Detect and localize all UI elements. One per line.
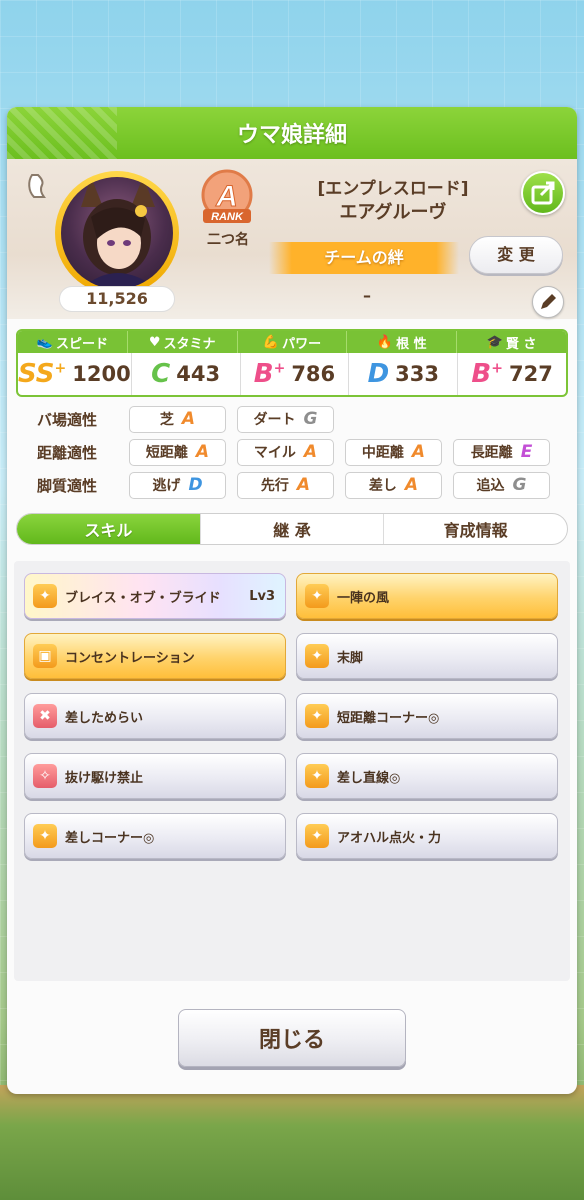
skill-card[interactable]: ✦ 差し直線◎: [296, 753, 558, 799]
stat-header-guts: 🔥 根 性: [347, 331, 458, 353]
skill-card[interactable]: ✦ 末脚: [296, 633, 558, 679]
stat-value: 786: [291, 362, 336, 386]
skill-debuff-icon: ✖: [33, 704, 57, 728]
stat-value: 727: [508, 362, 553, 386]
skill-level: Lv3: [249, 588, 275, 604]
flame-icon: 🔥: [376, 334, 394, 350]
aptitude-sprint: 短距離 A: [129, 438, 226, 466]
rank-label: 二つ名: [207, 232, 249, 248]
mortarboard-icon: 🎓: [486, 334, 503, 350]
skill-speed-icon: ✦: [305, 704, 329, 728]
stat-header-stamina: ♥ スタミナ: [128, 331, 238, 353]
aptitude-front-runner: 逃げ D: [129, 471, 226, 499]
aptitude-medium: 中距離 A: [345, 438, 442, 466]
skill-speed-icon: ✦: [305, 764, 329, 788]
team-bond-value: –: [363, 286, 371, 305]
shoe-icon: 👟: [36, 334, 53, 350]
aptitude-label: バ場適性: [37, 410, 98, 429]
character-name: エアグルーヴ: [339, 202, 447, 223]
aptitude-late-surger: 差し A: [345, 471, 442, 499]
stat-guts: D 333: [349, 353, 459, 395]
skill-speed-icon: ✦: [33, 824, 57, 848]
fan-count: 11,526: [59, 286, 175, 312]
stat-grade: SS+: [18, 359, 67, 389]
dialog-title: ウマ娘詳細: [7, 107, 577, 159]
character-title: [エンプレスロード]: [317, 179, 469, 199]
aptitude-label: 距離適性: [37, 443, 98, 462]
skills-list: ✦ ブレイス・オブ・ブライド Lv3 ✦ 一陣の風 ▣ コンセントレーション ✦…: [14, 561, 570, 981]
stat-power: B+ 786: [241, 353, 350, 395]
stat-wisdom: B+ 727: [458, 353, 566, 395]
stat-grade: B+: [253, 359, 286, 389]
stat-speed: SS+ 1200: [18, 353, 132, 395]
edit-button[interactable]: [532, 286, 564, 318]
skill-speed-icon: ✦: [305, 644, 329, 668]
stat-header-speed: 👟 スピード: [18, 331, 128, 353]
detail-tabs: スキル 継 承 育成情報: [16, 513, 568, 545]
tab-skills[interactable]: スキル: [17, 514, 201, 544]
aptitude-row-distance: 距離適性 短距離 A マイル A 中距離 A 長距離 E: [37, 438, 561, 466]
heart-icon: ♥: [148, 334, 161, 350]
stat-grade: C: [151, 359, 171, 389]
pencil-icon: [541, 294, 556, 309]
skill-speed-icon: ✦: [305, 824, 329, 848]
stat-value: 333: [395, 362, 439, 386]
stat-grade: D: [367, 359, 390, 389]
share-button[interactable]: [521, 171, 565, 215]
aptitude-label: 脚質適性: [37, 476, 98, 495]
aptitude-long: 長距離 E: [453, 438, 550, 466]
skill-card[interactable]: ▣ コンセントレーション: [24, 633, 286, 679]
change-button[interactable]: 変 更: [469, 236, 563, 274]
skill-gate-icon: ▣: [33, 644, 57, 668]
stat-header-wisdom: 🎓 賢 さ: [486, 334, 537, 352]
aptitude-pace-chaser: 先行 A: [237, 471, 334, 499]
skill-card[interactable]: ✦ アオハル点火・力: [296, 813, 558, 859]
character-portrait-frame: [55, 171, 179, 295]
stat-stamina: C 443: [132, 353, 241, 395]
rank-letter: A: [215, 180, 238, 213]
stats-panel: 👟 スピード ♥ スタミナ 💪 パワー 🔥 根 性 🎓 賢 さ SS+ 1200 C 44…: [16, 329, 568, 397]
skill-card[interactable]: ✦ 一陣の風: [296, 573, 558, 619]
skill-card[interactable]: ✦ 差しコーナー◎: [24, 813, 286, 859]
tab-inheritance[interactable]: 継 承: [201, 514, 385, 544]
aptitude-turf: 芝A: [129, 405, 226, 433]
close-button[interactable]: 閉じる: [178, 1009, 406, 1067]
skill-card[interactable]: ✦ 短距離コーナー◎: [296, 693, 558, 739]
skill-speed-icon: ✦: [305, 584, 329, 608]
rank-badge: A RANK: [197, 169, 257, 231]
aptitude-row-track: バ場適性 芝A ダート G: [37, 405, 345, 433]
aptitude-dirt: ダート G: [237, 405, 334, 433]
aptitude-end-closer: 追込 G: [453, 471, 550, 499]
tab-training-info[interactable]: 育成情報: [384, 514, 567, 544]
stat-value: 443: [176, 362, 221, 386]
stat-grade: B+: [471, 359, 503, 389]
character-portrait: [61, 177, 173, 289]
uma-detail-dialog: ウマ娘詳細 11,526 A RANK 二つ名 [エンプレスロード] エアグルー…: [7, 107, 577, 1094]
team-bond-label: チームの絆: [269, 242, 459, 274]
muscle-icon: 💪: [262, 334, 280, 350]
skill-card[interactable]: ✦ ブレイス・オブ・ブライド Lv3: [24, 573, 286, 619]
skill-debuff-icon: ✧: [33, 764, 57, 788]
character-header: 11,526 A RANK 二つ名 [エンプレスロード] エアグルーヴ チームの…: [7, 159, 577, 319]
skill-card[interactable]: ✧ 抜け駆け禁止: [24, 753, 286, 799]
horseshoe-icon[interactable]: [24, 171, 54, 201]
rank-word: RANK: [211, 211, 244, 223]
stat-value: 1200: [72, 362, 131, 386]
background-ground: [0, 1085, 584, 1200]
skill-card[interactable]: ✖ 差しためらい: [24, 693, 286, 739]
aptitude-row-style: 脚質適性 逃げ D 先行 A 差し A 追込 G: [37, 471, 561, 499]
stat-header-power: 💪 パワー: [238, 331, 348, 353]
share-icon: [531, 181, 555, 205]
aptitude-mile: マイル A: [237, 438, 334, 466]
skill-speed-icon: ✦: [33, 584, 57, 608]
